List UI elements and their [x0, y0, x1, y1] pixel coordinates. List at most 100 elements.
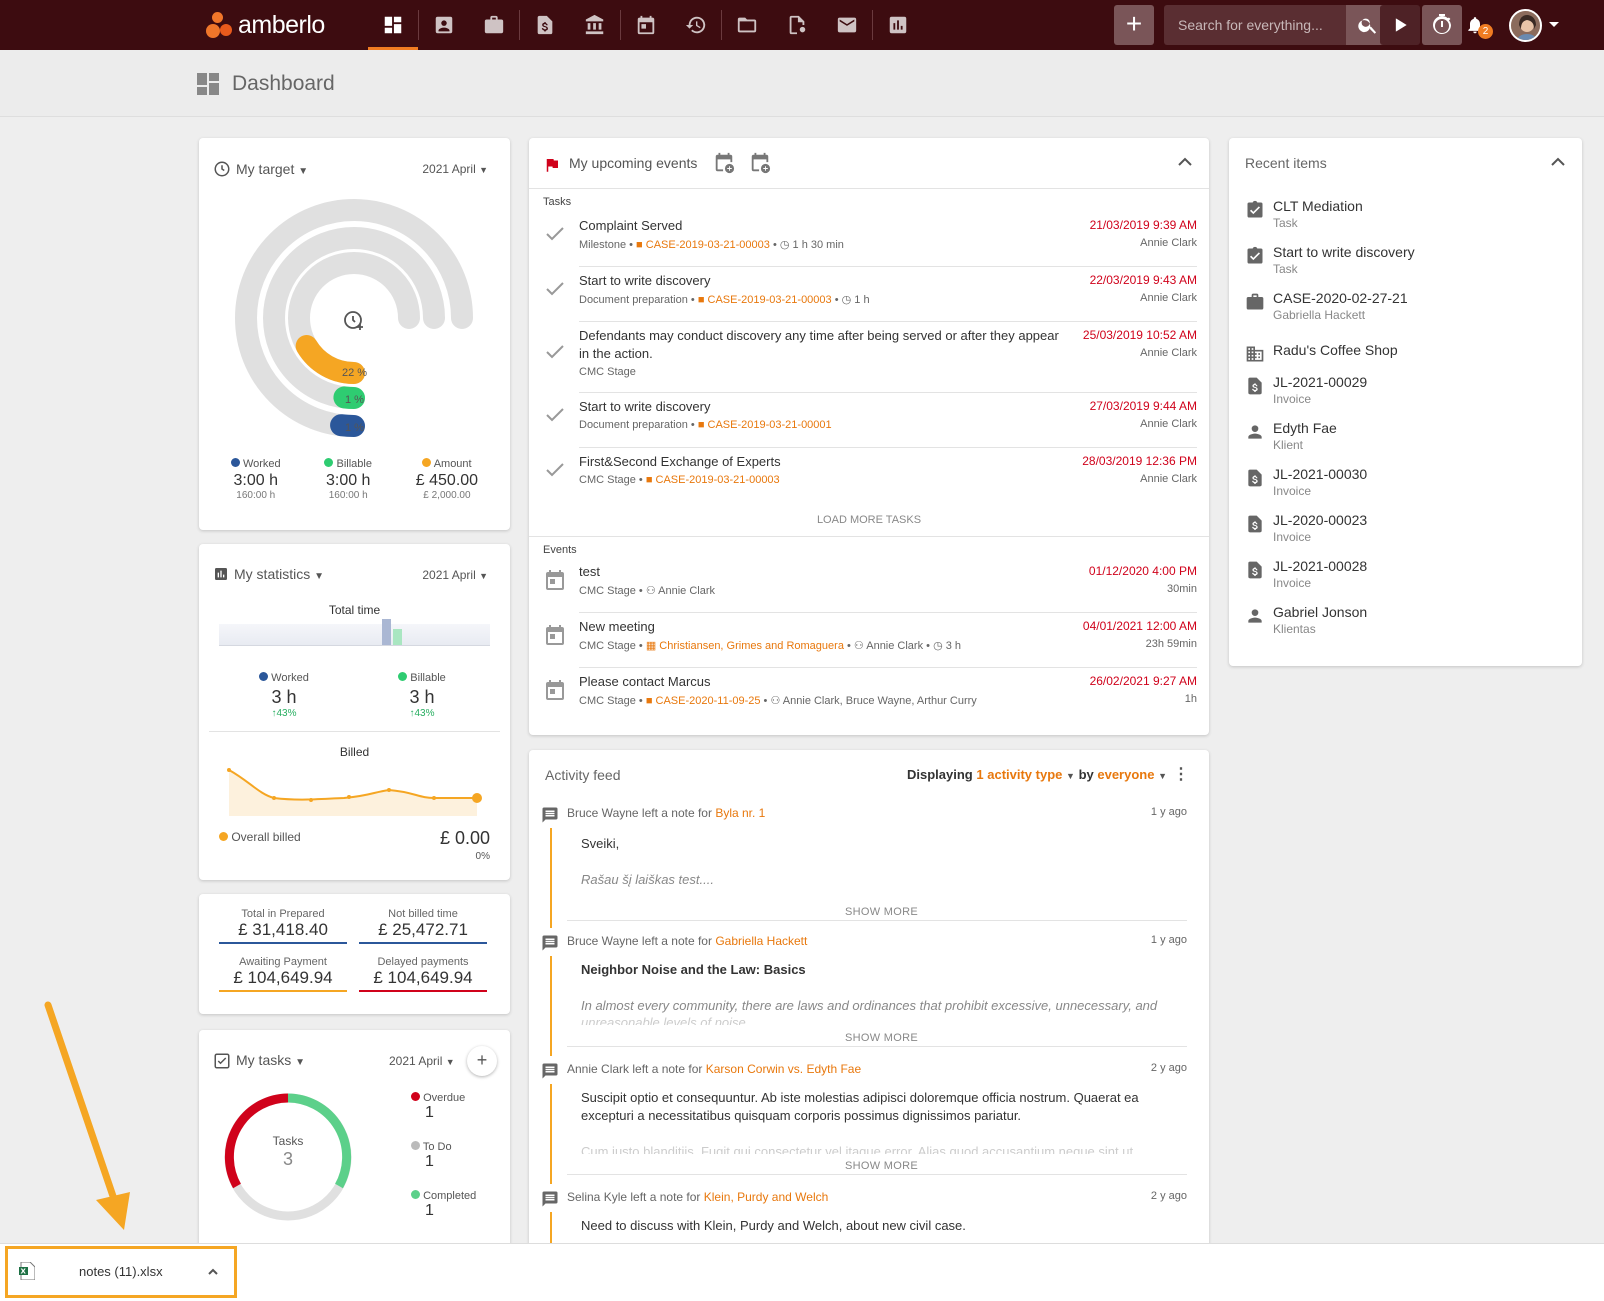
activity-feed-card: Activity feed Displaying 1 activity type…	[529, 750, 1209, 1250]
recent-item-type: Invoice	[1273, 530, 1312, 544]
feed-item: Selina Kyle left a note for Klein, Purdy…	[541, 1190, 1187, 1250]
check-icon[interactable]	[543, 403, 567, 427]
company-icon	[1246, 346, 1264, 362]
company-icon: ▦	[645, 640, 657, 652]
comment-icon	[542, 935, 558, 951]
add-event-calendar-icon[interactable]	[749, 152, 771, 174]
author-filter[interactable]: everyone ▼	[1097, 767, 1167, 782]
comment-icon	[542, 1191, 558, 1207]
total-in-prepared[interactable]: Total in Prepared £ 31,418.40	[219, 908, 347, 944]
not-billed-time[interactable]: Not billed time £ 25,472.71	[359, 908, 487, 944]
nav-reports[interactable]	[873, 0, 923, 50]
comment-icon	[542, 807, 558, 823]
recent-item-type: Task	[1273, 216, 1298, 230]
show-more-button[interactable]: SHOW MORE	[845, 1032, 918, 1044]
caret-down-icon: ▼	[479, 571, 488, 581]
global-search	[1164, 5, 1390, 45]
legend-billable: Billable 3:00 h 160:00 h	[324, 458, 372, 501]
nav-time-billing[interactable]	[671, 0, 721, 50]
start-timer-button[interactable]	[1380, 5, 1420, 45]
recent-item-type: Task	[1273, 262, 1298, 276]
event-row[interactable]: Please contact Marcus CMC Stage • ■ CASE…	[529, 668, 1209, 722]
download-options-chevron-icon[interactable]	[207, 1266, 219, 1276]
show-more-button[interactable]: SHOW MORE	[845, 906, 918, 918]
check-icon[interactable]	[543, 458, 567, 482]
recent-item-type: Invoice	[1273, 392, 1312, 406]
task-row[interactable]: Start to write discovery Document prepar…	[529, 267, 1209, 321]
person-icon	[1248, 609, 1262, 623]
calendar-icon	[546, 625, 564, 645]
contacts-icon	[435, 16, 453, 34]
plus-icon: +	[1125, 8, 1143, 39]
add-task-button[interactable]: +	[467, 1046, 497, 1076]
check-icon[interactable]	[543, 222, 567, 246]
excel-file-icon: X	[19, 1262, 35, 1280]
statistics-title-dropdown[interactable]: My statistics ▼	[234, 566, 324, 582]
comment-icon	[542, 1063, 558, 1079]
stat-billable: Billable 3 h ↑43%	[377, 672, 467, 719]
user-menu-chevron-icon[interactable]	[1548, 21, 1560, 29]
download-file-name[interactable]: notes (11).xlsx	[79, 1264, 163, 1279]
activity-type-filter[interactable]: 1 activity type ▼	[976, 767, 1075, 782]
activity-feed-title: Activity feed	[545, 767, 621, 783]
mail-icon	[837, 17, 857, 33]
nav-dashboard[interactable]	[368, 0, 418, 50]
event-row[interactable]: test CMC Stage • ⚇ Annie Clark 01/12/202…	[529, 558, 1209, 612]
amberlo-logo[interactable]: amberlo	[206, 8, 325, 42]
task-row[interactable]: Defendants may conduct discovery any tim…	[529, 322, 1209, 392]
my-statistics-card: My statistics ▼ 2021 April ▼ Total time …	[199, 544, 510, 880]
caret-down-icon: ▼	[295, 1057, 306, 1068]
nav-calendar[interactable]	[621, 0, 671, 50]
task-row[interactable]: Start to write discovery Document prepar…	[529, 393, 1209, 447]
add-time-icon[interactable]	[342, 308, 366, 332]
people-icon: ⚇	[645, 585, 656, 597]
nav-invoices[interactable]	[520, 0, 570, 50]
collapse-chevron-icon[interactable]	[1550, 156, 1566, 168]
stopwatch-button[interactable]	[1422, 5, 1462, 45]
invoice-icon	[1248, 561, 1262, 579]
user-avatar[interactable]	[1509, 9, 1542, 42]
collapse-chevron-icon[interactable]	[1177, 156, 1193, 168]
upcoming-events-title: My upcoming events	[569, 155, 698, 171]
nav-mail[interactable]	[822, 0, 872, 50]
tasks-center-label: Tasks	[272, 1134, 304, 1148]
recent-item-name: JL-2021-00028	[1273, 558, 1368, 574]
quick-add-button[interactable]: +	[1114, 5, 1154, 45]
add-task-calendar-icon[interactable]	[713, 152, 735, 174]
task-icon	[1247, 200, 1263, 218]
feed-target-link[interactable]: Klein, Purdy and Welch	[704, 1190, 829, 1204]
load-more-tasks-button[interactable]: LOAD MORE TASKS	[529, 514, 1209, 526]
statistics-period-dropdown[interactable]: 2021 April ▼	[422, 568, 488, 582]
task-row[interactable]: Complaint Served Milestone • ■ CASE-2019…	[529, 212, 1209, 266]
check-icon[interactable]	[543, 277, 567, 301]
target-period-dropdown[interactable]: 2021 April ▼	[422, 162, 488, 176]
event-row[interactable]: New meeting CMC Stage • ▦ Christiansen, …	[529, 613, 1209, 667]
delayed-payments[interactable]: Delayed payments £ 104,649.94	[359, 956, 487, 992]
tasks-title-dropdown[interactable]: My tasks ▼	[236, 1052, 305, 1068]
feed-target-link[interactable]: Byla nr. 1	[715, 806, 765, 820]
recent-item-name: CLT Mediation	[1273, 198, 1363, 214]
caret-down-icon: ▼	[479, 165, 488, 175]
nav-documents[interactable]	[722, 0, 772, 50]
check-icon[interactable]	[543, 340, 567, 364]
tasks-heading: Tasks	[543, 196, 572, 208]
awaiting-payment[interactable]: Awaiting Payment £ 104,649.94	[219, 956, 347, 992]
my-tasks-card: My tasks ▼ 2021 April ▼ + Tasks 3 Overdu…	[199, 1030, 510, 1250]
nav-bank[interactable]	[570, 0, 620, 50]
clock-icon: ◷	[779, 239, 790, 251]
show-more-button[interactable]: SHOW MORE	[845, 1160, 918, 1172]
feed-target-link[interactable]: Gabriella Hackett	[715, 934, 807, 948]
tasks-period-dropdown[interactable]: 2021 April ▼	[389, 1054, 455, 1068]
more-vert-icon[interactable]: ⋮	[1173, 764, 1189, 784]
nav-cases[interactable]	[469, 0, 519, 50]
target-title-dropdown[interactable]: My target ▼	[236, 161, 308, 177]
ring-label-billable: 1 %	[345, 394, 364, 406]
feed-target-link[interactable]: Karson Corwin vs. Edyth Fae	[706, 1062, 861, 1076]
search-input[interactable]	[1164, 5, 1326, 45]
legend-overdue: Overdue 1	[411, 1092, 465, 1122]
nav-contacts[interactable]	[419, 0, 469, 50]
task-row[interactable]: First&Second Exchange of Experts CMC Sta…	[529, 448, 1209, 502]
nav-templates[interactable]	[772, 0, 822, 50]
recent-item-name: JL-2021-00029	[1273, 374, 1368, 390]
recent-item-type: Klient	[1273, 438, 1304, 452]
